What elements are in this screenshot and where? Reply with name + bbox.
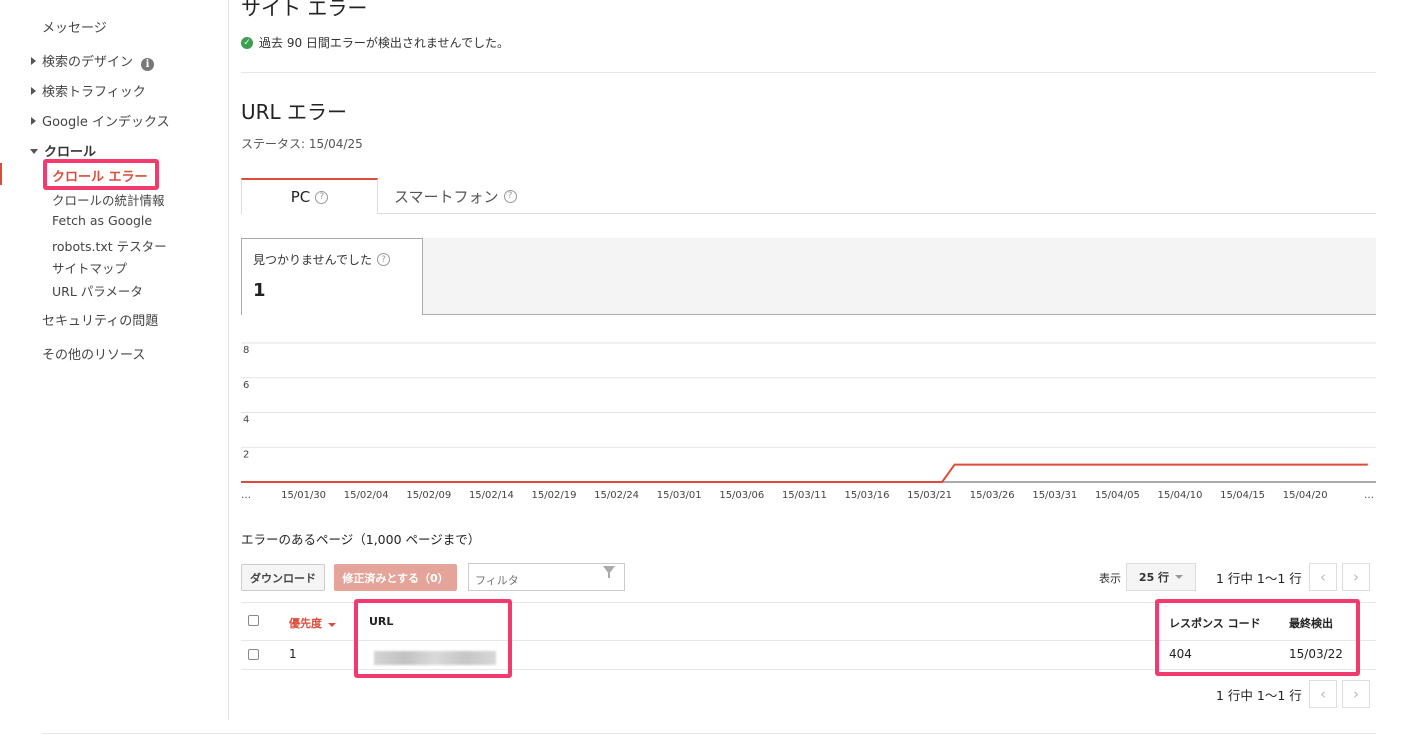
expand-arrow-icon: [31, 117, 36, 125]
x-tick-label: 15/02/24: [594, 490, 639, 501]
x-tick-label: 15/03/01: [657, 490, 702, 501]
sort-desc-icon: [328, 623, 336, 627]
x-tick-label: 15/03/26: [970, 490, 1015, 501]
download-button[interactable]: ダウンロード: [241, 564, 325, 591]
sidebar-item-security[interactable]: セキュリティの問題: [42, 310, 158, 329]
sidebar-item-messages[interactable]: メッセージ: [42, 17, 107, 36]
mark-fixed-button[interactable]: 修正済みとする（0）: [334, 564, 457, 591]
url-errors-title: URL エラー: [241, 100, 348, 124]
sidebar-item-fetch-as-google[interactable]: Fetch as Google: [52, 213, 152, 228]
collapse-arrow-icon: [30, 149, 38, 154]
pages-title: エラーのあるページ（1,000 ページまで）: [241, 532, 481, 547]
check-circle-icon: ✓: [241, 36, 253, 49]
google-index-label: Google インデックス: [42, 115, 170, 130]
info-icon[interactable]: i: [141, 58, 155, 71]
divider: [241, 72, 1376, 73]
chevron-down-icon: [1175, 575, 1184, 579]
tab-smartphone-label: スマートフォン: [394, 187, 499, 206]
x-tick-label: 15/03/16: [845, 490, 890, 501]
chevron-right-icon: ›: [1353, 568, 1359, 586]
site-errors-message: 過去 90 日間エラーが検出されませんでした。: [259, 36, 509, 50]
x-tick-label: 15/01/30: [281, 490, 326, 501]
x-tick-label: …: [1364, 490, 1374, 501]
highlight-box-crawl-errors: [43, 159, 159, 190]
y-tick-label: 4: [243, 415, 249, 426]
metric-label: 見つかりませんでした: [253, 253, 373, 267]
search-traffic-label: 検索トラフィック: [42, 85, 146, 100]
x-tick-label: 15/04/05: [1095, 490, 1140, 501]
filter-input[interactable]: [468, 563, 625, 591]
rows-per-page-value: 25 行: [1138, 571, 1170, 584]
sidebar-item-sitemaps[interactable]: サイトマップ: [52, 258, 127, 277]
x-tick-label: 15/04/10: [1158, 490, 1203, 501]
metric-area-background: [423, 238, 1376, 315]
sidebar-item-other-resources[interactable]: その他のリソース: [42, 344, 145, 363]
chevron-right-icon: ›: [1353, 685, 1359, 703]
tab-pc[interactable]: PC?: [241, 178, 378, 214]
row-checkbox[interactable]: [248, 649, 259, 660]
y-tick-label: 2: [243, 449, 249, 460]
url-errors-status: ステータス: 15/04/25: [241, 137, 363, 151]
pagination-range-bottom: 1 行中 1〜1 行: [1216, 688, 1302, 703]
priority-header-label: 優先度: [289, 617, 322, 630]
sidebar-item-url-parameters[interactable]: URL パラメータ: [52, 281, 143, 300]
site-errors-status: ✓ 過去 90 日間エラーが検出されませんでした。: [241, 34, 509, 51]
pagination-range: 1 行中 1〜1 行: [1216, 571, 1302, 586]
chevron-left-icon: ‹: [1320, 568, 1326, 586]
expand-arrow-icon: [31, 87, 36, 95]
x-tick-label: 15/03/31: [1032, 490, 1077, 501]
sidebar-item-google-index[interactable]: Google インデックス: [31, 111, 170, 130]
series-line: [241, 463, 1368, 483]
row-priority: 1: [289, 647, 297, 661]
y-tick-label: 6: [243, 380, 249, 391]
sidebar-item-search-traffic[interactable]: 検索トラフィック: [31, 81, 146, 100]
metric-not-found[interactable]: 見つかりませんでした? 1: [241, 238, 423, 315]
x-tick-label: 15/02/04: [344, 490, 389, 501]
sidebar-item-search-design[interactable]: 検索のデザイン i: [31, 51, 155, 71]
prev-page-button-bottom[interactable]: ‹: [1309, 680, 1337, 708]
sidebar-item-crawl[interactable]: クロール: [30, 141, 96, 160]
x-tick-label: 15/02/19: [532, 490, 577, 501]
footer-divider: [42, 733, 1376, 734]
x-tick-label: 15/02/14: [469, 490, 514, 501]
sidebar-item-robots-tester[interactable]: robots.txt テスター: [52, 236, 167, 255]
x-tick-label: 15/03/06: [719, 490, 764, 501]
errors-line-chart: 8 6 4 2 … 15/01/30 15/02/04 15/02/09 15/02/14 15/…: [241, 342, 1376, 501]
expand-arrow-icon: [31, 57, 36, 65]
column-header-priority[interactable]: 優先度: [289, 615, 336, 631]
crawl-label: クロール: [44, 145, 97, 160]
highlight-box-url: [354, 599, 512, 678]
x-tick-label: 15/03/11: [782, 490, 827, 501]
show-label: 表示: [1099, 572, 1121, 585]
metric-value: 1: [253, 280, 266, 301]
sidebar: メッセージ 検索のデザイン i 検索トラフィック Google インデックス クロ…: [0, 0, 229, 720]
search-design-label: 検索のデザイン: [42, 55, 134, 70]
x-tick-label: …: [241, 490, 251, 501]
help-icon[interactable]: ?: [315, 190, 329, 204]
next-page-button[interactable]: ›: [1342, 563, 1370, 591]
messages-label: メッセージ: [42, 21, 107, 36]
x-tick-label: 15/03/21: [907, 490, 952, 501]
y-tick-label: 8: [243, 345, 249, 356]
sidebar-item-crawl-stats[interactable]: クロールの統計情報: [52, 190, 165, 209]
site-errors-title: サイト エラー: [241, 0, 368, 20]
prev-page-button[interactable]: ‹: [1309, 563, 1337, 591]
help-icon[interactable]: ?: [503, 189, 517, 203]
filter-icon-stem: [608, 573, 610, 578]
rows-per-page-select[interactable]: 25 行: [1126, 563, 1196, 591]
active-section-marker: [0, 163, 2, 185]
tab-pc-label: PC: [290, 188, 311, 206]
next-page-button-bottom[interactable]: ›: [1342, 680, 1370, 708]
help-icon[interactable]: ?: [377, 253, 391, 266]
tab-smartphone[interactable]: スマートフォン?: [378, 178, 558, 214]
x-tick-label: 15/04/15: [1220, 490, 1265, 501]
x-tick-label: 15/04/20: [1283, 490, 1328, 501]
x-tick-label: 15/02/09: [406, 490, 451, 501]
select-all-checkbox[interactable]: [248, 615, 259, 626]
chevron-left-icon: ‹: [1320, 685, 1326, 703]
highlight-box-response: [1155, 599, 1360, 676]
